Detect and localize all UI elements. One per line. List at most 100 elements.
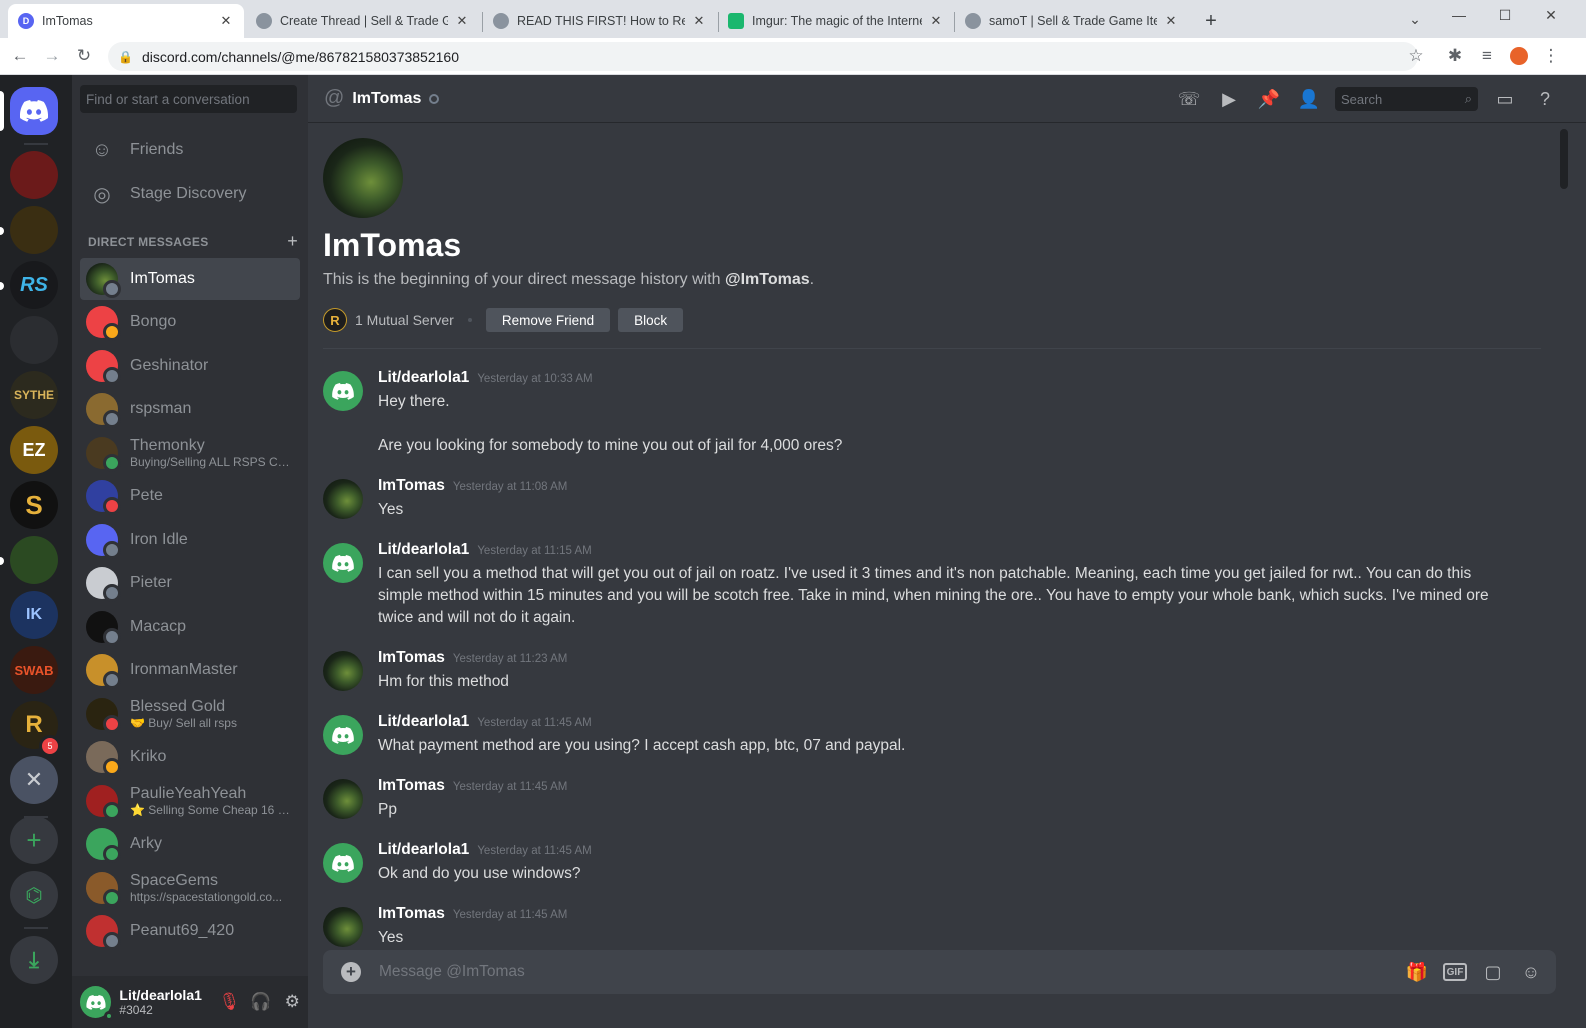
message-avatar[interactable] [323, 371, 363, 411]
guild-divider [24, 143, 48, 145]
message-composer[interactable]: + Message @ImTomas 🎁 GIF ▢ ☺ [323, 950, 1556, 994]
close-tab-icon[interactable]: ✕ [454, 13, 470, 29]
explore-servers-button[interactable]: ⌬ [10, 871, 58, 919]
mutual-server-icon[interactable]: R [323, 308, 347, 332]
search-input[interactable]: Search ⌕ [1335, 87, 1478, 111]
user-avatar[interactable] [80, 986, 115, 1021]
browser-tab[interactable]: D ImTomas ✕ [8, 4, 244, 38]
reload-icon[interactable]: ↻ [72, 44, 96, 68]
download-apps-button[interactable]: ⤓ [10, 936, 58, 984]
emoji-icon[interactable]: ☺ [1518, 960, 1544, 984]
close-tab-icon[interactable]: ✕ [691, 13, 707, 29]
media-control-icon[interactable]: ≡ [1475, 44, 1499, 68]
browser-tab[interactable]: Imgur: The magic of the Internet ✕ [718, 4, 954, 38]
dm-item[interactable]: Peanut69_420 [80, 910, 300, 952]
remove-friend-button[interactable]: Remove Friend [485, 308, 611, 332]
message-avatar[interactable] [323, 907, 363, 947]
server-dabeaner[interactable] [10, 536, 58, 584]
stage-discovery-link[interactable]: ◎ Stage Discovery [80, 173, 300, 215]
profile-avatar[interactable] [1507, 44, 1531, 68]
message-author[interactable]: Lit/dearlola1 [378, 369, 469, 387]
message-author[interactable]: Lit/dearlola1 [378, 541, 469, 559]
dm-item[interactable]: Pete [80, 475, 300, 517]
server-crossed-swords[interactable]: ✕ [10, 756, 58, 804]
browser-tab[interactable]: Create Thread | Sell & Trade Gam ✕ [246, 4, 480, 38]
server-gold-lion[interactable] [10, 206, 58, 254]
block-button[interactable]: Block [618, 308, 684, 332]
dm-item[interactable]: Bongo [80, 301, 300, 343]
server-s[interactable]: S [10, 481, 58, 529]
server-red-warrior[interactable] [10, 151, 58, 199]
video-call-icon[interactable]: ▶ [1217, 87, 1241, 111]
message-avatar[interactable] [323, 651, 363, 691]
close-tab-icon[interactable]: ✕ [928, 13, 944, 29]
maximize-button[interactable]: ☐ [1482, 0, 1528, 30]
voice-call-icon[interactable]: ☏ [1177, 87, 1201, 111]
dm-item[interactable]: ImTomas [80, 258, 300, 300]
tab-search-icon[interactable]: ⌄ [1392, 4, 1438, 34]
home-button[interactable] [10, 87, 58, 135]
mutual-servers-link[interactable]: 1 Mutual Server [355, 312, 454, 328]
message-author[interactable]: ImTomas [378, 777, 445, 795]
server-ez[interactable]: EZ [10, 426, 58, 474]
dm-item[interactable]: Geshinator [80, 345, 300, 387]
add-server-button[interactable]: + [10, 816, 58, 864]
attach-file-button[interactable]: + [341, 962, 361, 982]
message-avatar[interactable] [323, 543, 363, 583]
message-author[interactable]: ImTomas [378, 649, 445, 667]
dm-item[interactable]: SpaceGems https://spacestationgold.co... [80, 867, 300, 909]
back-icon[interactable]: ← [8, 44, 32, 68]
settings-gear-icon[interactable]: ⚙ [277, 986, 308, 1018]
scrollbar[interactable] [1560, 129, 1568, 949]
scrollbar-thumb[interactable] [1560, 129, 1568, 189]
forward-icon[interactable]: → [40, 44, 64, 68]
minimize-button[interactable]: — [1436, 0, 1482, 30]
browser-menu-icon[interactable]: ⋮ [1539, 44, 1563, 68]
inbox-icon[interactable]: ▭ [1493, 87, 1517, 111]
browser-tab[interactable]: samoT | Sell & Trade Game Items ✕ [955, 4, 1189, 38]
dm-item[interactable]: Iron Idle [80, 519, 300, 561]
dm-item[interactable]: PaulieYeahYeah ⭐ Selling Some Cheap 16 Da… [80, 780, 300, 822]
find-conversation-input[interactable]: Find or start a conversation [80, 85, 297, 113]
close-tab-icon[interactable]: ✕ [218, 13, 234, 29]
dm-item[interactable]: IronmanMaster [80, 649, 300, 691]
mute-icon[interactable]: 🎙 [214, 986, 245, 1018]
message-input[interactable]: Message @ImTomas [379, 963, 1404, 981]
dm-item[interactable]: Blessed Gold 🤝 Buy/ Sell all rsps [80, 693, 300, 735]
friends-link[interactable]: ☺ Friends [80, 129, 300, 171]
gif-picker-button[interactable]: GIF [1442, 960, 1468, 984]
browser-tab[interactable]: READ THIS FIRST! How to Report ✕ [483, 4, 717, 38]
message-avatar[interactable] [323, 843, 363, 883]
dm-item[interactable]: Themonky Buying/Selling ALL RSPS CH... [80, 432, 300, 474]
message-author[interactable]: ImTomas [378, 477, 445, 495]
close-tab-icon[interactable]: ✕ [1163, 13, 1179, 29]
dm-item[interactable]: rspsman [80, 388, 300, 430]
help-icon[interactable]: ? [1533, 87, 1557, 111]
message-avatar[interactable] [323, 715, 363, 755]
create-dm-icon[interactable]: + [287, 231, 298, 252]
server-rs[interactable]: RS [10, 261, 58, 309]
sticker-icon[interactable]: ▢ [1480, 960, 1506, 984]
message-avatar[interactable] [323, 479, 363, 519]
gift-icon[interactable]: 🎁 [1404, 960, 1430, 984]
close-window-button[interactable]: ✕ [1528, 0, 1574, 30]
extensions-icon[interactable]: ✱ [1443, 44, 1467, 68]
server-swab[interactable]: SWAB [10, 646, 58, 694]
message-author[interactable]: ImTomas [378, 905, 445, 923]
message-author[interactable]: Lit/dearlola1 [378, 841, 469, 859]
dm-item[interactable]: Pieter [80, 562, 300, 604]
add-friends-to-dm-icon[interactable]: 👤 [1297, 87, 1321, 111]
server-ik-shield[interactable]: IK [10, 591, 58, 639]
dm-item[interactable]: Kriko [80, 736, 300, 778]
message-avatar[interactable] [323, 779, 363, 819]
server-sythe[interactable]: SYTHE [10, 371, 58, 419]
pinned-messages-icon[interactable]: 📌 [1257, 87, 1281, 111]
dm-item[interactable]: Arky [80, 823, 300, 865]
dm-item[interactable]: Macacp [80, 606, 300, 648]
server-dark-knight[interactable] [10, 316, 58, 364]
bookmark-star-icon[interactable]: ☆ [1404, 44, 1428, 68]
message-author[interactable]: Lit/dearlola1 [378, 713, 469, 731]
new-tab-button[interactable]: + [1196, 4, 1226, 38]
address-bar[interactable]: 🔒 discord.com/channels/@me/8678215803738… [108, 42, 1418, 71]
headphones-icon[interactable]: 🎧 [245, 986, 276, 1018]
